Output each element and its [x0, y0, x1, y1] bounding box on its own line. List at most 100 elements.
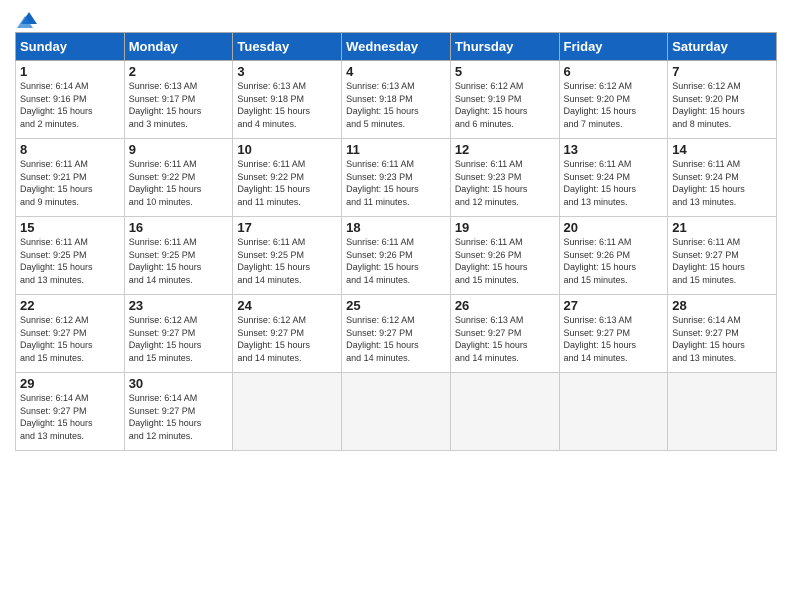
- cell-info: Sunrise: 6:11 AM Sunset: 9:23 PM Dayligh…: [455, 158, 555, 208]
- daylight-label: Daylight: 15 hours: [346, 262, 419, 272]
- calendar-week-4: 29 Sunrise: 6:14 AM Sunset: 9:27 PM Dayl…: [16, 373, 777, 451]
- daylight-label: Daylight: 15 hours: [129, 262, 202, 272]
- cell-info: Sunrise: 6:11 AM Sunset: 9:21 PM Dayligh…: [20, 158, 120, 208]
- day-number: 1: [20, 64, 120, 79]
- cell-info: Sunrise: 6:11 AM Sunset: 9:25 PM Dayligh…: [129, 236, 229, 286]
- cell-info: Sunrise: 6:14 AM Sunset: 9:27 PM Dayligh…: [129, 392, 229, 442]
- daylight-minutes: and 6 minutes.: [455, 119, 514, 129]
- daylight-label: Daylight: 15 hours: [129, 184, 202, 194]
- day-header-tuesday: Tuesday: [233, 33, 342, 61]
- daylight-label: Daylight: 15 hours: [129, 106, 202, 116]
- daylight-minutes: and 13 minutes.: [564, 197, 628, 207]
- calendar-cell: 25 Sunrise: 6:12 AM Sunset: 9:27 PM Dayl…: [342, 295, 451, 373]
- cell-info: Sunrise: 6:13 AM Sunset: 9:18 PM Dayligh…: [237, 80, 337, 130]
- daylight-minutes: and 15 minutes.: [20, 353, 84, 363]
- cell-info: Sunrise: 6:12 AM Sunset: 9:27 PM Dayligh…: [20, 314, 120, 364]
- cell-info: Sunrise: 6:12 AM Sunset: 9:27 PM Dayligh…: [129, 314, 229, 364]
- cell-info: Sunrise: 6:13 AM Sunset: 9:27 PM Dayligh…: [455, 314, 555, 364]
- day-number: 10: [237, 142, 337, 157]
- daylight-label: Daylight: 15 hours: [20, 340, 93, 350]
- day-number: 24: [237, 298, 337, 313]
- cell-info: Sunrise: 6:11 AM Sunset: 9:26 PM Dayligh…: [564, 236, 664, 286]
- daylight-label: Daylight: 15 hours: [455, 262, 528, 272]
- calendar-week-2: 15 Sunrise: 6:11 AM Sunset: 9:25 PM Dayl…: [16, 217, 777, 295]
- header: [15, 10, 777, 24]
- daylight-minutes: and 5 minutes.: [346, 119, 405, 129]
- daylight-minutes: and 8 minutes.: [672, 119, 731, 129]
- cell-info: Sunrise: 6:11 AM Sunset: 9:25 PM Dayligh…: [20, 236, 120, 286]
- daylight-label: Daylight: 15 hours: [20, 418, 93, 428]
- day-number: 28: [672, 298, 772, 313]
- calendar-cell: 26 Sunrise: 6:13 AM Sunset: 9:27 PM Dayl…: [450, 295, 559, 373]
- daylight-minutes: and 7 minutes.: [564, 119, 623, 129]
- day-number: 17: [237, 220, 337, 235]
- daylight-label: Daylight: 15 hours: [564, 184, 637, 194]
- calendar-cell: 7 Sunrise: 6:12 AM Sunset: 9:20 PM Dayli…: [668, 61, 777, 139]
- day-number: 8: [20, 142, 120, 157]
- daylight-minutes: and 14 minutes.: [455, 353, 519, 363]
- day-number: 22: [20, 298, 120, 313]
- daylight-minutes: and 11 minutes.: [346, 197, 409, 207]
- calendar-cell: 30 Sunrise: 6:14 AM Sunset: 9:27 PM Dayl…: [124, 373, 233, 451]
- daylight-label: Daylight: 15 hours: [237, 184, 310, 194]
- cell-info: Sunrise: 6:13 AM Sunset: 9:17 PM Dayligh…: [129, 80, 229, 130]
- daylight-minutes: and 12 minutes.: [455, 197, 519, 207]
- calendar-cell: 28 Sunrise: 6:14 AM Sunset: 9:27 PM Dayl…: [668, 295, 777, 373]
- calendar-cell: 27 Sunrise: 6:13 AM Sunset: 9:27 PM Dayl…: [559, 295, 668, 373]
- calendar-table: SundayMondayTuesdayWednesdayThursdayFrid…: [15, 32, 777, 451]
- day-number: 30: [129, 376, 229, 391]
- daylight-label: Daylight: 15 hours: [564, 106, 637, 116]
- daylight-label: Daylight: 15 hours: [672, 106, 745, 116]
- cell-info: Sunrise: 6:11 AM Sunset: 9:26 PM Dayligh…: [455, 236, 555, 286]
- day-number: 18: [346, 220, 446, 235]
- daylight-label: Daylight: 15 hours: [346, 184, 419, 194]
- calendar-cell: 21 Sunrise: 6:11 AM Sunset: 9:27 PM Dayl…: [668, 217, 777, 295]
- cell-info: Sunrise: 6:13 AM Sunset: 9:18 PM Dayligh…: [346, 80, 446, 130]
- calendar-cell: 13 Sunrise: 6:11 AM Sunset: 9:24 PM Dayl…: [559, 139, 668, 217]
- day-header-saturday: Saturday: [668, 33, 777, 61]
- daylight-minutes: and 15 minutes.: [455, 275, 519, 285]
- calendar-week-1: 8 Sunrise: 6:11 AM Sunset: 9:21 PM Dayli…: [16, 139, 777, 217]
- day-number: 19: [455, 220, 555, 235]
- cell-info: Sunrise: 6:11 AM Sunset: 9:22 PM Dayligh…: [129, 158, 229, 208]
- cell-info: Sunrise: 6:11 AM Sunset: 9:25 PM Dayligh…: [237, 236, 337, 286]
- day-number: 16: [129, 220, 229, 235]
- calendar-cell: 15 Sunrise: 6:11 AM Sunset: 9:25 PM Dayl…: [16, 217, 125, 295]
- daylight-label: Daylight: 15 hours: [129, 340, 202, 350]
- daylight-minutes: and 14 minutes.: [237, 353, 301, 363]
- daylight-minutes: and 11 minutes.: [237, 197, 300, 207]
- calendar-cell: 2 Sunrise: 6:13 AM Sunset: 9:17 PM Dayli…: [124, 61, 233, 139]
- daylight-label: Daylight: 15 hours: [455, 184, 528, 194]
- cell-info: Sunrise: 6:12 AM Sunset: 9:27 PM Dayligh…: [237, 314, 337, 364]
- daylight-label: Daylight: 15 hours: [346, 340, 419, 350]
- calendar-cell: 10 Sunrise: 6:11 AM Sunset: 9:22 PM Dayl…: [233, 139, 342, 217]
- calendar-cell: [559, 373, 668, 451]
- day-number: 14: [672, 142, 772, 157]
- daylight-minutes: and 13 minutes.: [672, 197, 736, 207]
- calendar-week-3: 22 Sunrise: 6:12 AM Sunset: 9:27 PM Dayl…: [16, 295, 777, 373]
- calendar-cell: 9 Sunrise: 6:11 AM Sunset: 9:22 PM Dayli…: [124, 139, 233, 217]
- cell-info: Sunrise: 6:14 AM Sunset: 9:27 PM Dayligh…: [672, 314, 772, 364]
- day-header-monday: Monday: [124, 33, 233, 61]
- day-number: 2: [129, 64, 229, 79]
- daylight-label: Daylight: 15 hours: [20, 262, 93, 272]
- cell-info: Sunrise: 6:11 AM Sunset: 9:26 PM Dayligh…: [346, 236, 446, 286]
- cell-info: Sunrise: 6:11 AM Sunset: 9:22 PM Dayligh…: [237, 158, 337, 208]
- day-number: 15: [20, 220, 120, 235]
- calendar-cell: 17 Sunrise: 6:11 AM Sunset: 9:25 PM Dayl…: [233, 217, 342, 295]
- daylight-minutes: and 10 minutes.: [129, 197, 193, 207]
- calendar-cell: 5 Sunrise: 6:12 AM Sunset: 9:19 PM Dayli…: [450, 61, 559, 139]
- calendar-cell: 11 Sunrise: 6:11 AM Sunset: 9:23 PM Dayl…: [342, 139, 451, 217]
- calendar-cell: 22 Sunrise: 6:12 AM Sunset: 9:27 PM Dayl…: [16, 295, 125, 373]
- daylight-minutes: and 15 minutes.: [564, 275, 628, 285]
- day-number: 3: [237, 64, 337, 79]
- daylight-label: Daylight: 15 hours: [672, 262, 745, 272]
- daylight-minutes: and 13 minutes.: [20, 431, 84, 441]
- daylight-label: Daylight: 15 hours: [237, 106, 310, 116]
- cell-info: Sunrise: 6:12 AM Sunset: 9:20 PM Dayligh…: [564, 80, 664, 130]
- calendar-cell: 12 Sunrise: 6:11 AM Sunset: 9:23 PM Dayl…: [450, 139, 559, 217]
- calendar-cell: 18 Sunrise: 6:11 AM Sunset: 9:26 PM Dayl…: [342, 217, 451, 295]
- cell-info: Sunrise: 6:12 AM Sunset: 9:19 PM Dayligh…: [455, 80, 555, 130]
- daylight-minutes: and 4 minutes.: [237, 119, 296, 129]
- calendar-cell: 14 Sunrise: 6:11 AM Sunset: 9:24 PM Dayl…: [668, 139, 777, 217]
